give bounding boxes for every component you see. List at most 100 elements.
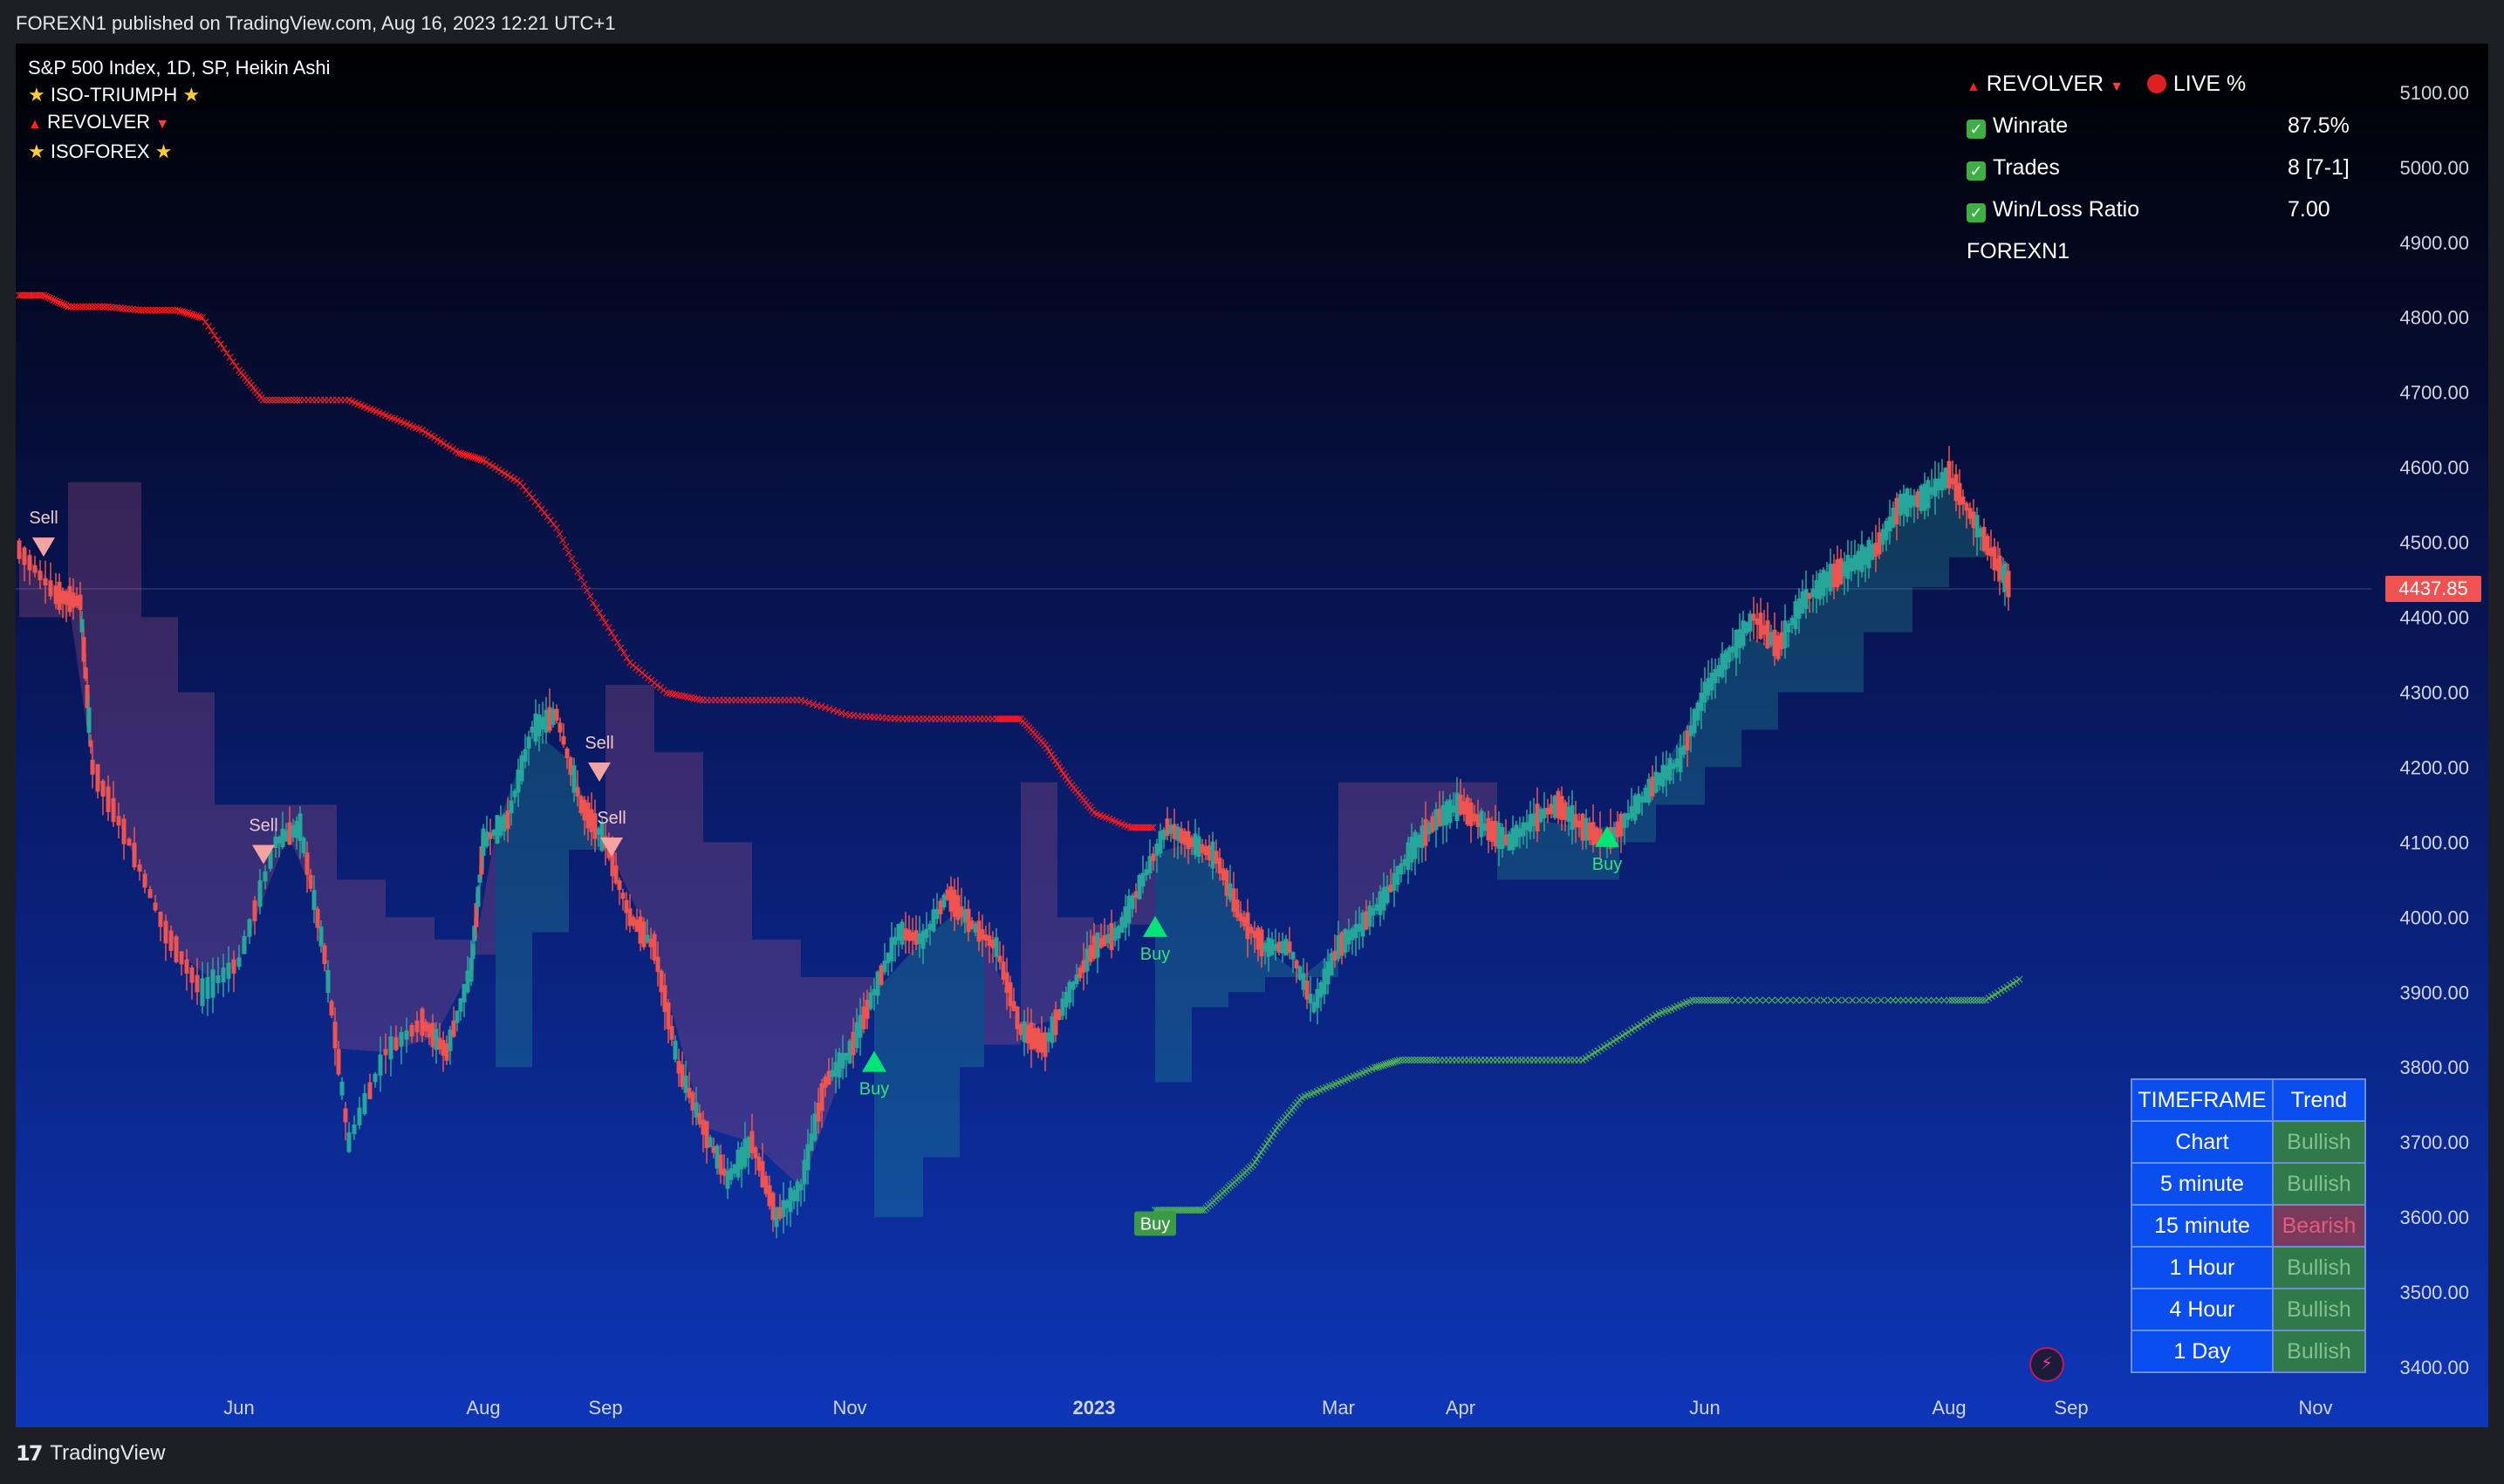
candle-body (708, 1137, 713, 1147)
candle-body (184, 959, 189, 975)
candle-body (1287, 941, 1292, 954)
price-tick-label: 4200.00 (2399, 756, 2469, 778)
candle-body (27, 555, 32, 571)
price-tick-label: 3500.00 (2399, 1282, 2469, 1303)
price-tick-label: 3700.00 (2399, 1132, 2469, 1153)
candle-body (86, 707, 92, 733)
sell-signal-label: Sell (597, 809, 626, 828)
price-tick-label: 5100.00 (2399, 82, 2469, 104)
trades-label: Trades (1993, 155, 2060, 180)
candle-body (455, 1010, 460, 1023)
trend-row: 15 minute Bearish (2131, 1204, 2366, 1248)
trend-row-value: Bullish (2272, 1162, 2366, 1206)
head-trend: Trend (2272, 1078, 2366, 1122)
head-timeframe: TIMEFRAME (2131, 1078, 2274, 1122)
candle-body (200, 978, 205, 1007)
candle-body (174, 936, 179, 962)
indicator-iso-triumph[interactable]: ★ ISO-TRIUMPH ★ (28, 81, 331, 108)
candle-body (339, 1081, 345, 1096)
star-icon: ★ (182, 84, 201, 106)
candle-body (669, 1026, 674, 1040)
trend-row-value: Bullish (2272, 1330, 2366, 1373)
candle-body (666, 1002, 671, 1029)
trend-row-timeframe: 5 minute (2131, 1162, 2274, 1206)
checkmark-icon: ✓ (1967, 203, 1986, 222)
trend-row-value: Bearish (2272, 1204, 2366, 1248)
stats-header: ▲ REVOLVER ▼ LIVE % (1967, 63, 2272, 105)
time-tick-label: Jun (1689, 1397, 1720, 1419)
sell-signal-label: Sell (29, 509, 58, 528)
candle-body (641, 921, 647, 947)
candle-body (352, 1124, 357, 1134)
trend-row-value: Bullish (2272, 1120, 2366, 1164)
indicator-revolver[interactable]: ▲ REVOLVER ▼ (28, 108, 331, 138)
candle-body (231, 959, 236, 974)
symbol-line[interactable]: S&P 500 Index, 1D, SP, Heikin Ashi (28, 54, 331, 81)
candle-body (2006, 571, 2011, 598)
live-label: LIVE % (2172, 72, 2247, 96)
triangle-down-icon: ▼ (155, 117, 170, 132)
candle-body (343, 1108, 348, 1123)
time-tick-label: Aug (466, 1397, 500, 1419)
candle-body (318, 927, 324, 947)
time-tick-label: Sep (588, 1397, 622, 1419)
chart-area[interactable]: × × × × × × × × × × × × × × × × × × × × × × × × × × × × × × × × × × × × × × × ×… (16, 44, 2488, 1427)
cloud-segment (703, 842, 752, 1143)
candle-body (924, 928, 929, 938)
candle-body (32, 564, 38, 573)
candle-body (252, 900, 257, 921)
cloud-segment (1021, 782, 1057, 1030)
candle-body (409, 1024, 414, 1037)
candle-body (475, 886, 481, 907)
candle-body (106, 786, 111, 812)
winloss-value: 7.00 (2288, 197, 2330, 222)
price-tick-label: 3600.00 (2399, 1207, 2469, 1228)
trend-row: 4 Hour Bullish (2131, 1288, 2366, 1331)
price-tick-label: 4300.00 (2399, 681, 2469, 703)
candle-body (132, 842, 137, 868)
trend-row-timeframe: Chart (2131, 1120, 2274, 1164)
time-tick-label: Nov (832, 1397, 866, 1419)
candle-body (90, 759, 95, 775)
candle-body (620, 892, 626, 899)
trend-row: Chart Bullish (2131, 1120, 2366, 1164)
buy-signal-label: Buy (1592, 855, 1622, 874)
star-icon: ★ (154, 140, 173, 162)
tradingview-logo[interactable]: 17 TradingView (16, 1441, 165, 1466)
time-tick-label: Jun (223, 1397, 254, 1419)
price-tick-label: 4800.00 (2399, 307, 2469, 329)
indicator-legend: S&P 500 Index, 1D, SP, Heikin Ashi ★ ISO… (28, 54, 331, 165)
candle-body (158, 911, 163, 927)
price-tick-label: 4500.00 (2399, 532, 2469, 554)
candle-body (673, 1040, 678, 1060)
time-tick-label: Sep (2054, 1397, 2088, 1419)
time-tick-label: Apr (1446, 1397, 1475, 1419)
bottom-bar: 17 TradingView (0, 1427, 2504, 1484)
last-price-tag: 4437.85 (2385, 575, 2481, 602)
candle-body (221, 968, 226, 983)
winrate-label: Winrate (1993, 113, 2069, 138)
candle-body (523, 749, 528, 763)
winrate-value: 87.5% (2288, 113, 2350, 138)
lightning-icon[interactable]: ⚡ (2029, 1347, 2064, 1382)
candle-body (1946, 461, 1952, 489)
candle-body (388, 1036, 393, 1060)
candle-body (163, 920, 168, 944)
stats-winrate: ✓ Winrate 87.5% (1967, 105, 2350, 147)
candle-body (575, 787, 580, 797)
candle-body (383, 1049, 388, 1056)
winloss-label: Win/Loss Ratio (1993, 197, 2140, 222)
candle-body (414, 1020, 420, 1033)
candle-body (137, 864, 142, 872)
candle-body (399, 1032, 404, 1047)
tradingview-wordmark: TradingView (50, 1441, 166, 1465)
candle-body (38, 571, 43, 581)
candle-body (336, 1049, 341, 1075)
price-tick-label: 3800.00 (2399, 1057, 2469, 1078)
cloud-segment (215, 804, 239, 982)
price-tick-label: 4100.00 (2399, 831, 2469, 853)
time-tick-label: Mar (1322, 1397, 1355, 1419)
indicator-isoforex[interactable]: ★ ISOFOREX ★ (28, 138, 331, 165)
candle-body (242, 935, 247, 954)
stats-title: REVOLVER (1986, 72, 2104, 96)
